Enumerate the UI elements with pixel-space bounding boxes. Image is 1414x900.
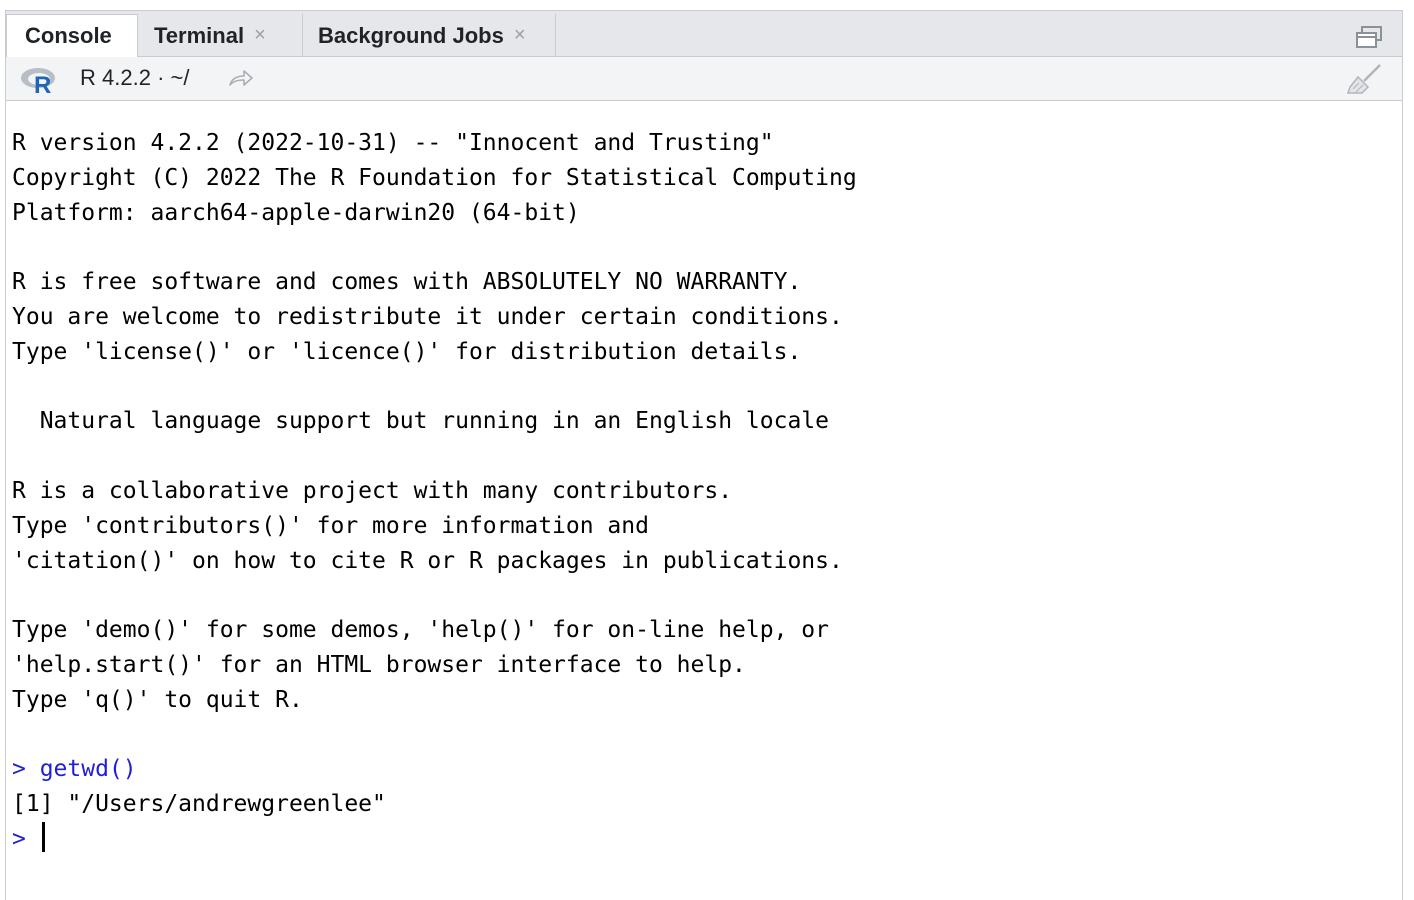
- console-line: You are welcome to redistribute it under…: [12, 303, 843, 330]
- prompt-symbol: >: [12, 756, 40, 783]
- tab-terminal[interactable]: Terminal ×: [138, 14, 303, 57]
- pane-tab-bar: Console Terminal × Background Jobs ×: [6, 11, 1402, 58]
- tab-console-label: Console: [25, 23, 112, 48]
- console-line: Type 'q()' to quit R.: [12, 686, 303, 713]
- tab-terminal-label: Terminal: [154, 22, 245, 48]
- console-toolbar: R R 4.2.2 · ~/: [6, 57, 1402, 101]
- console-line: R is free software and comes with ABSOLU…: [12, 269, 802, 296]
- r-version-label: R 4.2.2 · ~/: [80, 65, 190, 90]
- maximize-icon[interactable]: [1354, 25, 1384, 49]
- console-line: 'help.start()' for an HTML browser inter…: [12, 651, 746, 678]
- startup-message: R version 4.2.2 (2022-10-31) -- "Innocen…: [12, 126, 1414, 752]
- console-line: R version 4.2.2 (2022-10-31) -- "Innocen…: [12, 130, 774, 156]
- r-logo-icon: R: [21, 68, 55, 95]
- console-line: Natural language support but running in …: [12, 408, 829, 435]
- tab-background-jobs[interactable]: Background Jobs ×: [303, 14, 556, 57]
- console-output[interactable]: R version 4.2.2 (2022-10-31) -- "Innocen…: [12, 126, 1414, 857]
- separator-dot: ·: [157, 65, 165, 90]
- tab-console[interactable]: Console: [6, 14, 138, 58]
- working-directory: ~/: [170, 65, 190, 90]
- console-line: 'citation()' on how to cite R or R packa…: [12, 547, 843, 574]
- broom-icon[interactable]: [1344, 63, 1384, 95]
- text-cursor: [41, 821, 45, 852]
- console-line: R is a collaborative project with many c…: [12, 477, 733, 504]
- arrow-right-icon[interactable]: [228, 69, 254, 89]
- tab-terminal-close-icon[interactable]: ×: [254, 24, 266, 47]
- console-line: Type 'contributors()' for more informati…: [12, 512, 649, 539]
- console-line: Platform: aarch64-apple-darwin20 (64-bit…: [12, 199, 580, 226]
- command-output: [1] "/Users/andrewgreenlee": [12, 791, 386, 818]
- command-text: getwd(): [39, 756, 137, 783]
- console-line: Copyright (C) 2022 The R Foundation for …: [12, 164, 857, 191]
- console-line: Type 'license()' or 'licence()' for dist…: [12, 338, 802, 365]
- input-prompt: >: [12, 825, 40, 852]
- console-input-line[interactable]: >: [12, 821, 1414, 857]
- command-line: > getwd(): [12, 752, 1414, 787]
- tab-background-jobs-label: Background Jobs: [318, 22, 504, 48]
- svg-text:R: R: [34, 72, 51, 95]
- console-line: Type 'demo()' for some demos, 'help()' f…: [12, 617, 829, 644]
- tab-background-jobs-close-icon[interactable]: ×: [514, 24, 526, 47]
